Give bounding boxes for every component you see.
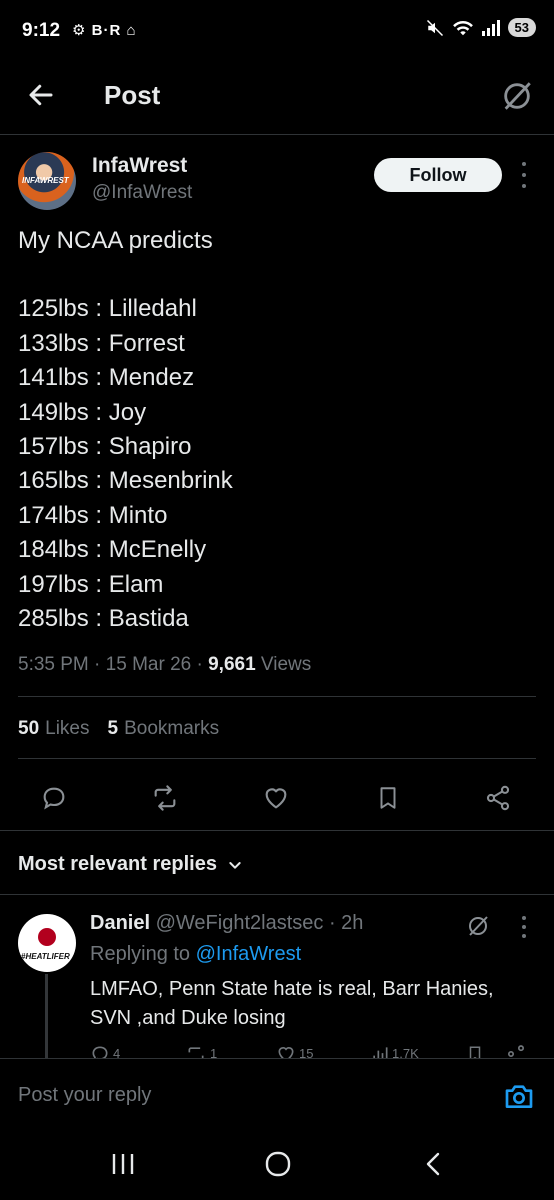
signal-icon: [481, 19, 500, 36]
heat-logo-icon: [38, 928, 56, 946]
views-label: Views: [260, 654, 312, 675]
reply-reply-icon[interactable]: [90, 1044, 110, 1058]
likes-count[interactable]: 50: [18, 718, 39, 739]
share-icon: [486, 785, 510, 811]
stats-divider: [18, 758, 536, 759]
system-nav-bar: [0, 1124, 554, 1200]
repost-icon: [154, 785, 176, 811]
meta-divider: [18, 696, 536, 697]
page-title: Post: [104, 80, 161, 110]
prediction-line: 197lbs : Elam: [18, 570, 164, 598]
likes-label[interactable]: Likes: [45, 718, 89, 739]
prediction-line: 184lbs : McEnelly: [18, 536, 207, 564]
reply-button[interactable]: [34, 778, 74, 818]
composer-divider: [0, 1058, 554, 1059]
camera-icon[interactable]: [503, 1080, 535, 1112]
recent-apps-icon[interactable]: [110, 1152, 136, 1176]
post-intro: My NCAA predicts: [18, 227, 213, 254]
reply-actions: 4 1 15 1.7K: [90, 1044, 530, 1058]
prediction-line: 165lbs : Mesenbrink: [18, 467, 233, 495]
follow-button[interactable]: Follow: [374, 158, 502, 192]
post-actions: [0, 778, 554, 818]
bookmarks-label[interactable]: Bookmarks: [124, 718, 219, 739]
bookmark-button[interactable]: [368, 778, 408, 818]
author-name[interactable]: InfaWrest: [92, 154, 187, 178]
reply-time: 2h: [341, 912, 364, 934]
prediction-line: 141lbs : Mendez: [18, 364, 195, 392]
back-arrow-icon[interactable]: [26, 80, 56, 110]
reply-avatar-logo-text: #HEATLIFER: [21, 952, 70, 961]
author-handle[interactable]: @InfaWrest: [92, 182, 192, 204]
reply-bookmark-icon[interactable]: [466, 1044, 484, 1058]
heart-icon: [265, 788, 287, 809]
reply-reply-count: 4: [113, 1046, 121, 1058]
avatar-logo-text: INFAWREST: [22, 176, 69, 185]
reply-repost-count: 1: [210, 1046, 218, 1058]
reply-avatar[interactable]: #HEATLIFER: [18, 914, 76, 972]
mute-icon: [426, 19, 443, 36]
back-nav-icon[interactable]: [422, 1152, 444, 1176]
reply-share-icon[interactable]: [506, 1044, 526, 1058]
bookmarks-count[interactable]: 5: [108, 718, 119, 739]
prediction-line: 133lbs : Forrest: [18, 329, 185, 357]
reply-more-options-icon[interactable]: [518, 916, 530, 938]
replies-sort-label: Most relevant replies: [18, 853, 217, 875]
share-button[interactable]: [478, 778, 518, 818]
home-icon[interactable]: [264, 1151, 292, 1177]
reply-icon: [43, 787, 65, 810]
wifi-icon: [452, 20, 473, 35]
reply-like-count: 15: [299, 1046, 314, 1058]
status-time: 9:12: [22, 20, 61, 41]
replying-handle-link[interactable]: @InfaWrest: [196, 943, 302, 965]
prediction-line: 174lbs : Minto: [18, 501, 168, 529]
battery-icon: 53: [507, 18, 536, 37]
reply-author-handle[interactable]: @WeFight2lastsec: [156, 912, 324, 934]
section-divider: [0, 894, 554, 895]
reply-input[interactable]: Post your reply: [18, 1084, 151, 1107]
reply-author-name[interactable]: Daniel: [90, 912, 150, 934]
reply-views-count: 1.7K: [392, 1046, 419, 1058]
post-text: My NCAA predicts 125lbs : Lilledahl 133l…: [18, 224, 538, 636]
bookmark-icon: [380, 787, 396, 809]
prediction-line: 149lbs : Joy: [18, 398, 147, 426]
reply-repost-icon[interactable]: [186, 1044, 206, 1058]
status-app-icons: ⚙ B·R ⌂: [72, 22, 137, 39]
prediction-line: 125lbs : Lilledahl: [18, 295, 197, 323]
header-divider: [0, 134, 554, 135]
reply-heart-icon[interactable]: [276, 1044, 296, 1058]
post-time: 5:35 PM: [18, 654, 89, 675]
prediction-line: 285lbs : Bastida: [18, 605, 189, 633]
post-date: 15 Mar 26: [105, 654, 192, 675]
status-right: 53: [426, 18, 536, 37]
prediction-line: 157lbs : Shapiro: [18, 433, 192, 461]
reply-author[interactable]: Daniel @WeFight2lastsec · 2h: [90, 912, 363, 935]
post-stats[interactable]: 50 Likes 5 Bookmarks: [18, 718, 219, 740]
replying-to: Replying to @InfaWrest: [90, 943, 301, 966]
author-avatar[interactable]: INFAWREST: [18, 152, 76, 210]
repost-button[interactable]: [145, 778, 185, 818]
actions-divider: [0, 830, 554, 831]
replying-prefix: Replying to: [90, 943, 191, 965]
status-bar: 9:12 ⚙ B·R ⌂ 53: [0, 0, 554, 64]
chevron-down-icon: [229, 861, 241, 869]
replies-sort-dropdown[interactable]: Most relevant replies: [18, 853, 243, 876]
thread-line: [45, 974, 48, 1058]
like-button[interactable]: [256, 778, 296, 818]
views-count: 9,661: [208, 654, 256, 675]
post-meta: 5:35 PM · 15 Mar 26 · 9,661 Views: [18, 654, 312, 675]
more-options-icon[interactable]: [518, 162, 530, 188]
reply-views-icon[interactable]: [370, 1044, 390, 1058]
reply-text: LMFAO, Penn State hate is real, Barr Han…: [90, 978, 494, 1029]
reply-grok-icon[interactable]: [466, 914, 490, 938]
grok-icon[interactable]: [500, 79, 534, 113]
